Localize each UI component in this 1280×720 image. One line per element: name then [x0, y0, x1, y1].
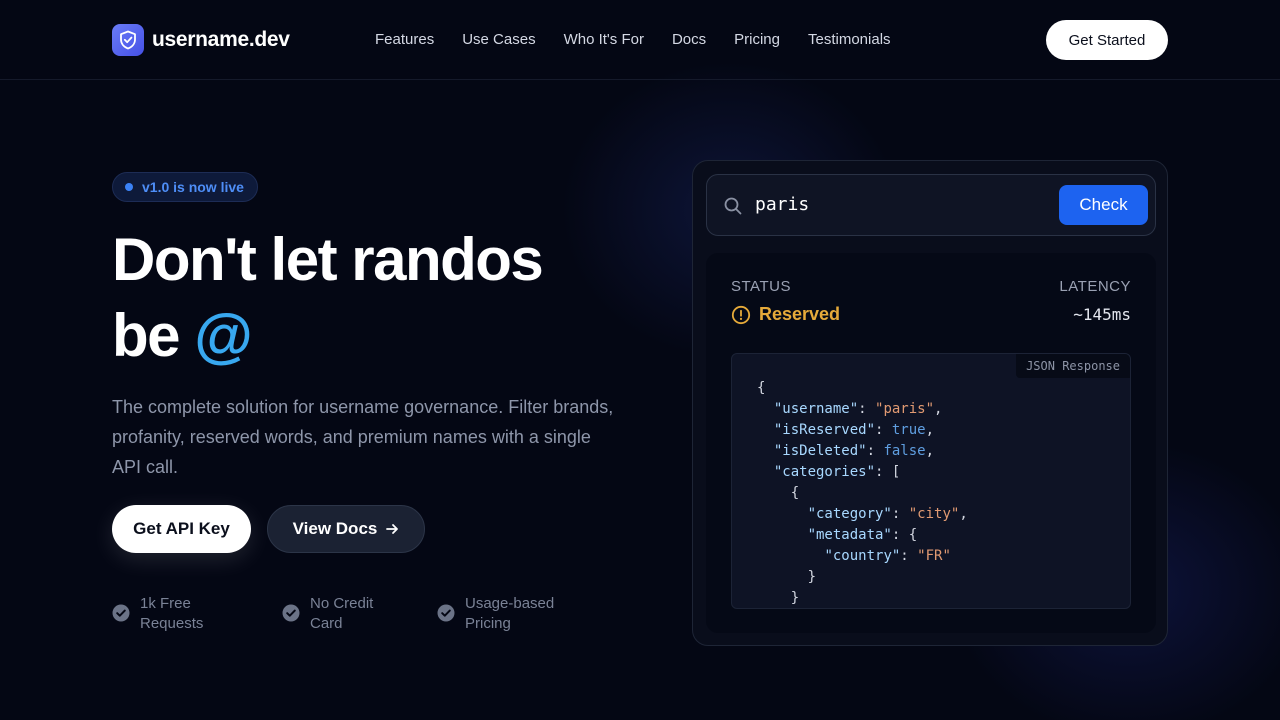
- brand-name: username.dev: [152, 28, 290, 51]
- json-code: { "username": "paris", "isReserved": tru…: [757, 380, 968, 606]
- json-response-tag: JSON Response: [1016, 354, 1130, 378]
- top-nav: username.dev Features Use Cases Who It's…: [0, 0, 1280, 80]
- nav-link-docs[interactable]: Docs: [672, 31, 706, 48]
- json-category-value: city: [917, 506, 951, 522]
- nav-link-use-cases[interactable]: Use Cases: [462, 31, 535, 48]
- latency-value: ~145ms: [1073, 305, 1131, 324]
- feature-no-credit-card: No Credit Card: [282, 594, 373, 634]
- status-dot: [125, 183, 133, 191]
- status-text: Reserved: [759, 304, 841, 324]
- feature-label: 1k Free Requests: [140, 594, 203, 634]
- latency-label: LATENCY: [1059, 278, 1131, 295]
- feature-label-line: Card: [310, 615, 343, 632]
- feature-label: No Credit Card: [310, 594, 373, 634]
- headline-line-1: Don't let randos: [112, 226, 544, 293]
- feature-label-line: Requests: [140, 615, 204, 632]
- nav-link-features[interactable]: Features: [375, 31, 434, 48]
- view-docs-button[interactable]: View Docs: [267, 505, 425, 553]
- feature-label: Usage-based Pricing: [465, 594, 554, 634]
- arrow-right-icon: [385, 522, 399, 536]
- check-circle-icon: [282, 604, 300, 622]
- check-circle-icon: [112, 604, 130, 622]
- username-search-input[interactable]: paris: [755, 194, 809, 215]
- json-isreserved-value: true: [891, 422, 926, 438]
- version-badge-label: v1.0 is now live: [142, 179, 244, 195]
- get-started-button[interactable]: Get Started: [1046, 20, 1168, 60]
- hero-headline: Don't let randos be @: [112, 222, 672, 374]
- feature-label-line: Pricing: [465, 615, 511, 632]
- nav-link-who-its-for[interactable]: Who It's For: [564, 31, 644, 48]
- status-label: STATUS: [731, 278, 791, 295]
- view-docs-label: View Docs: [292, 519, 378, 538]
- headline-line-2: be: [112, 302, 195, 369]
- nav-links: Features Use Cases Who It's For Docs Pri…: [375, 31, 919, 48]
- nav-link-pricing[interactable]: Pricing: [734, 31, 780, 48]
- feature-label-line: No Credit: [310, 595, 374, 612]
- shield-check-icon: [112, 24, 144, 56]
- brand-logo[interactable]: username.dev: [112, 24, 290, 56]
- status-value: Reserved: [731, 304, 840, 325]
- nav-link-testimonials[interactable]: Testimonials: [808, 31, 891, 48]
- search-icon: [724, 197, 742, 215]
- alert-circle-icon: [731, 305, 751, 324]
- demo-panel: paris Check STATUS LATENCY Reserved ~145…: [692, 160, 1168, 646]
- json-country-value: FR: [925, 548, 943, 564]
- result-card: STATUS LATENCY Reserved ~145ms JSON Resp…: [706, 253, 1156, 633]
- check-button[interactable]: Check: [1059, 185, 1148, 225]
- username-search-box[interactable]: paris Check: [706, 174, 1156, 236]
- json-response-block: JSON Response { "username": "paris", "is…: [731, 353, 1131, 609]
- feature-free-requests: 1k Free Requests: [112, 594, 203, 634]
- json-isdeleted-value: false: [883, 443, 926, 459]
- get-api-key-button[interactable]: Get API Key: [112, 505, 251, 553]
- json-username-value: paris: [883, 401, 926, 417]
- feature-label-line: Usage-based: [465, 595, 555, 612]
- hero-description: The complete solution for username gover…: [112, 397, 614, 477]
- feature-usage-based-pricing: Usage-based Pricing: [437, 594, 554, 634]
- at-sign-accent: @: [194, 302, 253, 369]
- feature-label-line: 1k Free: [140, 595, 191, 612]
- check-circle-icon: [437, 604, 455, 622]
- version-badge: v1.0 is now live: [112, 172, 258, 202]
